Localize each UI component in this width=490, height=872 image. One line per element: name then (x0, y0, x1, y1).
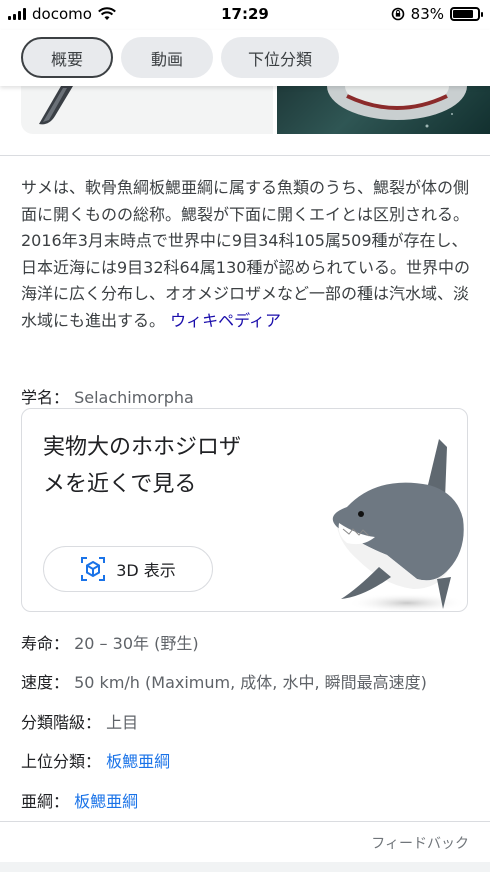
orientation-lock-icon (391, 7, 404, 21)
subclass-row: 亜綱： 板鰓亜綱 (21, 788, 138, 812)
lifespan-value: 20 – 30年 (野生) (74, 634, 199, 653)
tab-overview[interactable]: 概要 (21, 37, 113, 78)
battery-icon (450, 7, 483, 21)
tab-videos[interactable]: 動画 (121, 37, 213, 78)
battery-percent: 83% (410, 5, 444, 23)
shark-image-right[interactable] (277, 86, 490, 134)
tab-bar: 概要 動画 下位分類 (0, 30, 490, 86)
tab-subtaxa[interactable]: 下位分類 (221, 37, 339, 78)
view-3d-button-label: 3D 表示 (116, 561, 176, 580)
description-text: サメは、軟骨魚綱板鰓亜綱に属する魚類のうち、鰓裂が体の側面に開くものの総称。鰓裂… (21, 178, 470, 330)
view-3d-button[interactable]: 3D 表示 (43, 546, 213, 592)
shark-3d-image (332, 439, 467, 611)
subclass-link[interactable]: 板鰓亜綱 (74, 792, 138, 811)
cube-3d-icon (81, 557, 106, 581)
lifespan-row: 寿命： 20 – 30年 (野生) (21, 630, 199, 654)
parent-taxon-link[interactable]: 板鰓亜綱 (106, 752, 170, 771)
description: サメは、軟骨魚綱板鰓亜綱に属する魚類のうち、鰓裂が体の側面に開くものの総称。鰓裂… (21, 175, 471, 334)
divider (0, 155, 490, 156)
bottom-separator (0, 862, 490, 872)
scientific-name-key: 学名： (21, 388, 70, 407)
subclass-key: 亜綱： (21, 792, 70, 811)
battery-fill (453, 10, 473, 18)
speed-value: 50 km/h (Maximum, 成体, 水中, 瞬間最高速度) (74, 673, 427, 692)
wikipedia-link[interactable]: ウィキペディア (170, 311, 281, 330)
shark-fin-image (39, 86, 73, 125)
lifespan-key: 寿命： (21, 634, 70, 653)
feedback-link[interactable]: フィードバック (371, 833, 469, 853)
parent-taxon-key: 上位分類： (21, 752, 102, 771)
speed-key: 速度： (21, 673, 70, 692)
image-carousel (0, 86, 490, 134)
scientific-name-row: 学名： Selachimorpha (21, 384, 194, 408)
rank-key: 分類階級： (21, 713, 102, 732)
speed-row: 速度： 50 km/h (Maximum, 成体, 水中, 瞬間最高速度) (21, 669, 427, 693)
rank-value: 上目 (106, 713, 139, 732)
rank-row: 分類階級： 上目 (21, 709, 138, 733)
status-bar: docomo 17:29 83% (0, 0, 490, 30)
shark-underwater-image (327, 86, 467, 128)
shark-image-left[interactable] (21, 86, 273, 134)
view-3d-title: 実物大のホホジロザメを近くで見る (43, 435, 242, 497)
divider (0, 821, 490, 822)
parent-taxon-row: 上位分類： 板鰓亜綱 (21, 748, 170, 772)
scientific-name-value: Selachimorpha (74, 388, 194, 407)
view-3d-card[interactable]: 実物大のホホジロザメを近くで見る 3D 表示 (21, 408, 468, 612)
status-right: 83% (391, 5, 483, 23)
